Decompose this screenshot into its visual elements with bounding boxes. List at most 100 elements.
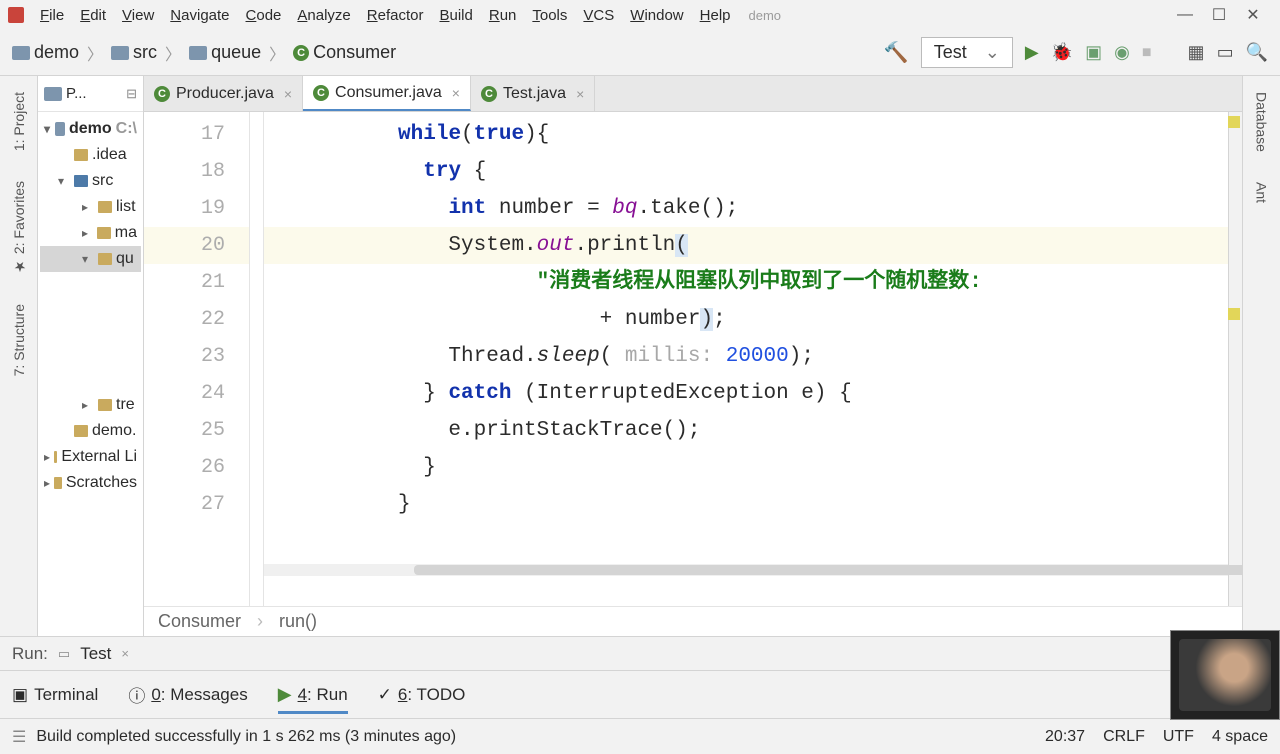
run-tool-header: Run: ▭ Test × ⚙ (0, 636, 1280, 670)
structure-tool-tab[interactable]: 7: Structure (9, 296, 29, 384)
navigation-bar: demo〉src〉queue〉CConsumer 🔨 Test ⌄ ▶ 🐞 ▣ … (0, 30, 1280, 76)
project-tree[interactable]: P... ⊟ ▾demo C:\.idea▾src▸list▸ma▾qu ▸tre… (38, 76, 144, 636)
run-config-icon: ▭ (58, 646, 70, 662)
terminal-tab[interactable]: ▣ Terminal (12, 685, 98, 705)
run-label: Run: (12, 644, 48, 664)
run-button[interactable]: ▶ (1025, 42, 1039, 63)
breadcrumb-demo[interactable]: demo (12, 42, 79, 63)
tree-node-src[interactable]: ▾src (40, 168, 141, 194)
tree-node-Scratches[interactable]: ▸Scratches (40, 470, 141, 496)
menu-item-vcs[interactable]: VCS (575, 3, 622, 28)
breadcrumb-consumer[interactable]: CConsumer (293, 42, 396, 63)
crumb-sep-icon: › (257, 611, 263, 632)
class-icon: C (154, 86, 170, 102)
right-tool-gutter: Database Ant (1242, 76, 1280, 636)
class-icon: C (293, 45, 309, 61)
close-button[interactable]: ✕ (1246, 8, 1260, 22)
menu-item-edit[interactable]: Edit (72, 3, 114, 28)
tree-node-tre[interactable]: ▸tre (40, 392, 141, 418)
tree-root[interactable]: ▾demo C:\ (40, 116, 141, 142)
crumb-class[interactable]: Consumer (158, 611, 241, 632)
menu-item-tools[interactable]: Tools (524, 3, 575, 28)
menu-item-code[interactable]: Code (238, 3, 290, 28)
editor-tab-consumer[interactable]: CConsumer.java× (303, 76, 471, 111)
search-everywhere-icon[interactable]: 🔍 (1246, 42, 1268, 63)
indent-setting[interactable]: 4 space (1212, 728, 1268, 746)
tree-node-qu[interactable]: ▾qu (40, 246, 141, 272)
left-tool-gutter: 1: Project ★2: Favorites 7: Structure (0, 76, 38, 636)
editor-tab-producer[interactable]: CProducer.java× (144, 76, 303, 111)
menu-item-analyze[interactable]: Analyze (289, 3, 358, 28)
status-icon: ☰ (12, 727, 26, 747)
menu-bar: FileEditViewNavigateCodeAnalyzeRefactorB… (0, 0, 1280, 30)
menu-item-refactor[interactable]: Refactor (359, 3, 432, 28)
caret-position[interactable]: 20:37 (1045, 728, 1085, 746)
messages-tab[interactable]: ⓘ 0: Messages (128, 682, 247, 707)
app-icon (8, 7, 24, 23)
menu-item-window[interactable]: Window (622, 3, 691, 28)
database-tool-tab[interactable]: Database (1252, 84, 1272, 160)
tree-node-list[interactable]: ▸list (40, 194, 141, 220)
status-bar: ☰ Build completed successfully in 1 s 26… (0, 718, 1280, 754)
debug-button[interactable]: 🐞 (1051, 42, 1073, 63)
chevron-right-icon: 〉 (87, 41, 103, 65)
horizontal-scrollbar[interactable] (264, 564, 1228, 576)
close-icon[interactable]: × (284, 86, 292, 102)
class-icon: C (481, 86, 497, 102)
folder-icon (12, 46, 30, 60)
menu-item-file[interactable]: File (32, 3, 72, 28)
breadcrumb-src[interactable]: src (111, 42, 157, 63)
line-number-gutter: 1718192021222324252627 (144, 112, 250, 606)
editor-tab-row: CProducer.java×CConsumer.java×CTest.java… (144, 76, 1242, 112)
menu-item-view[interactable]: View (114, 3, 162, 28)
project-tree-title: P... (66, 85, 87, 102)
profile-button[interactable]: ◉ (1114, 42, 1130, 63)
status-message: Build completed successfully in 1 s 262 … (36, 728, 456, 746)
fold-gutter (250, 112, 264, 606)
bottom-tool-tabs: ▣ Terminal ⓘ 0: Messages ▶ 4: Run ✓ 6: T… (0, 670, 1280, 718)
stop-button[interactable]: ■ (1142, 44, 1152, 62)
maximize-button[interactable]: ☐ (1212, 8, 1226, 22)
breadcrumb-queue[interactable]: queue (189, 42, 261, 63)
close-icon[interactable]: × (576, 86, 584, 102)
terminal-icon: ▣ (12, 685, 28, 705)
build-icon[interactable]: 🔨 (884, 40, 909, 65)
layout-icon[interactable]: ▭ (1217, 42, 1234, 63)
favorites-tool-tab[interactable]: ★2: Favorites (9, 173, 29, 282)
run-config-label: Test (934, 42, 967, 63)
menu-item-build[interactable]: Build (431, 3, 480, 28)
todo-tab[interactable]: ✓ 6: TODO (378, 685, 466, 705)
tree-node-demo[interactable]: demo. (40, 418, 141, 444)
file-encoding[interactable]: UTF (1163, 728, 1194, 746)
folder-icon (189, 46, 207, 60)
minimize-button[interactable]: — (1178, 8, 1192, 22)
coverage-button[interactable]: ▣ (1085, 42, 1102, 63)
menu-project-name: demo (749, 8, 782, 23)
close-icon[interactable]: × (121, 646, 129, 661)
menu-item-navigate[interactable]: Navigate (162, 3, 237, 28)
editor-tab-test[interactable]: CTest.java× (471, 76, 595, 111)
tree-node-ma[interactable]: ▸ma (40, 220, 141, 246)
tree-node-idea[interactable]: .idea (40, 142, 141, 168)
webcam-overlay (1170, 630, 1280, 720)
chevron-right-icon: 〉 (165, 41, 181, 65)
editor-breadcrumb: Consumer › run() (144, 606, 1242, 636)
hide-icon[interactable]: ⊟ (126, 86, 137, 102)
run-tab[interactable]: ▶ 4: Run (278, 675, 348, 714)
class-icon: C (313, 85, 329, 101)
tree-node-ExternalLi[interactable]: ▸External Li (40, 444, 141, 470)
chevron-down-icon: ⌄ (985, 42, 1000, 63)
project-tool-tab[interactable]: 1: Project (9, 84, 29, 159)
menu-item-help[interactable]: Help (692, 3, 739, 28)
menu-item-run[interactable]: Run (481, 3, 525, 28)
chevron-right-icon: 〉 (269, 41, 285, 65)
crumb-method[interactable]: run() (279, 611, 317, 632)
line-separator[interactable]: CRLF (1103, 728, 1145, 746)
ant-tool-tab[interactable]: Ant (1252, 174, 1272, 211)
code-editor[interactable]: while(true){ try { int number = bq.take(… (264, 112, 1228, 606)
project-structure-icon[interactable]: ▦ (1188, 42, 1205, 63)
close-icon[interactable]: × (452, 85, 460, 101)
messages-icon: ⓘ (128, 682, 145, 707)
run-config-select[interactable]: Test ⌄ (921, 37, 1013, 68)
play-icon: ▶ (278, 684, 292, 705)
